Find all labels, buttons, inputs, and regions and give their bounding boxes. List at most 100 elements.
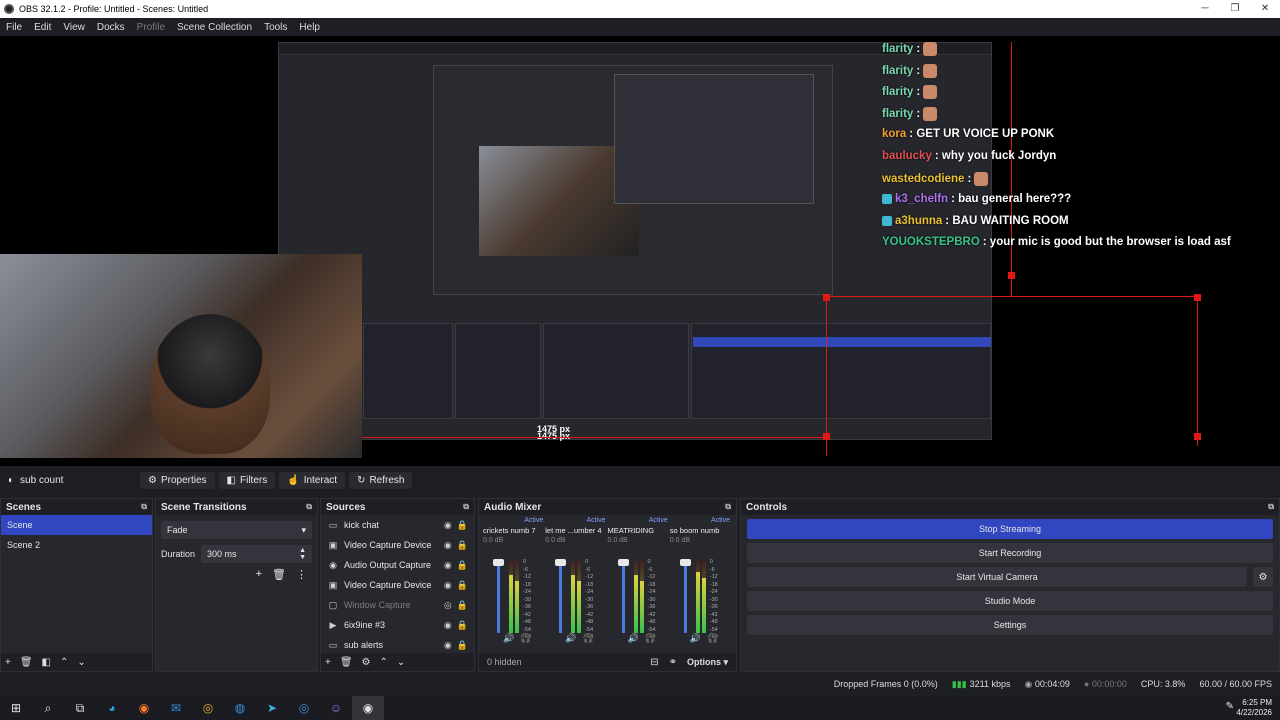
add-icon[interactable]: + bbox=[256, 568, 262, 581]
chrome-profile-icon[interactable]: ◎ bbox=[288, 696, 320, 720]
stop-streaming-button[interactable]: Stop Streaming bbox=[747, 519, 1273, 539]
outlook-icon[interactable]: ✉ bbox=[160, 696, 192, 720]
undock-icon[interactable]: ⧉ bbox=[725, 502, 731, 512]
volume-fader[interactable] bbox=[497, 561, 500, 633]
volume-fader[interactable] bbox=[559, 561, 563, 633]
resize-handle[interactable] bbox=[1008, 272, 1015, 279]
chrome-icon[interactable]: ◎ bbox=[192, 696, 224, 720]
close-button[interactable]: ✕ bbox=[1250, 0, 1280, 18]
move-up-icon[interactable]: ⌃ bbox=[60, 657, 68, 668]
headphones-icon[interactable]: 🎧 bbox=[582, 633, 593, 644]
source-item[interactable]: ▭ sub alerts ◉ 🔒 bbox=[321, 635, 474, 655]
preview-canvas[interactable]: 1475 px 1475 px flarity: flarity: flarit… bbox=[0, 36, 1280, 466]
resize-handle[interactable] bbox=[823, 294, 830, 301]
filter-icon[interactable]: ◧ bbox=[42, 657, 51, 668]
lock-icon[interactable]: 🔒 bbox=[457, 600, 468, 611]
browser-icon[interactable]: ◍ bbox=[224, 696, 256, 720]
eye-icon[interactable]: ◉ bbox=[444, 620, 452, 631]
audio-source-name[interactable]: crickets numb 7 bbox=[483, 526, 545, 535]
more-icon[interactable]: ⋮ bbox=[296, 568, 307, 581]
layout-icon[interactable]: ⊟ bbox=[650, 657, 658, 668]
speaker-icon[interactable]: 🔊 bbox=[565, 633, 576, 644]
lock-icon[interactable]: 🔒 bbox=[457, 520, 468, 531]
volume-fader[interactable] bbox=[683, 561, 687, 633]
link-icon[interactable]: ⚭ bbox=[669, 657, 677, 668]
duration-spinbox[interactable]: 300 ms ▲ ▼ bbox=[201, 545, 312, 563]
move-down-icon[interactable]: ⌄ bbox=[397, 657, 405, 668]
lock-icon[interactable]: 🔒 bbox=[457, 540, 468, 551]
source-item[interactable]: ▣ Video Capture Device ◉ 🔒 bbox=[321, 575, 474, 595]
filters-button[interactable]: ◧ Filters bbox=[218, 471, 276, 489]
undock-icon[interactable]: ⧉ bbox=[463, 502, 469, 512]
firefox-icon[interactable]: ◉ bbox=[128, 696, 160, 720]
menu-view[interactable]: View bbox=[57, 22, 91, 33]
undock-icon[interactable]: ⧉ bbox=[306, 502, 312, 512]
eye-icon[interactable]: ◉ bbox=[444, 560, 452, 571]
source-item[interactable]: ▶ 6ix9ine #3 ◉ 🔒 bbox=[321, 615, 474, 635]
obs-taskbar-icon[interactable]: ◉ bbox=[352, 696, 384, 720]
fader-knob[interactable] bbox=[555, 559, 567, 566]
headphones-icon[interactable]: 🎧 bbox=[707, 633, 718, 644]
telegram-icon[interactable]: ➤ bbox=[256, 696, 288, 720]
eye-icon[interactable]: ◉ bbox=[444, 640, 452, 651]
menu-edit[interactable]: Edit bbox=[28, 22, 57, 33]
studio-mode-button[interactable]: Studio Mode bbox=[747, 591, 1273, 611]
speaker-icon[interactable]: 🔊 bbox=[690, 633, 701, 644]
properties-button[interactable]: ⚙ Properties bbox=[140, 471, 215, 489]
pen-icon[interactable]: ✎ bbox=[1226, 701, 1234, 712]
transition-select[interactable]: Fade ▾ bbox=[161, 521, 312, 539]
fader-knob[interactable] bbox=[679, 559, 691, 566]
audio-source-name[interactable]: MEATRIDING bbox=[608, 526, 670, 535]
menu-tools[interactable]: Tools bbox=[258, 22, 293, 33]
refresh-button[interactable]: ↻ Refresh bbox=[349, 471, 413, 489]
headphones-icon[interactable]: 🎧 bbox=[520, 633, 531, 644]
source-item[interactable]: ▣ Video Capture Device ◉ 🔒 bbox=[321, 535, 474, 555]
fader-knob[interactable] bbox=[617, 559, 629, 566]
eye-icon[interactable]: ◉ bbox=[444, 520, 452, 531]
menu-help[interactable]: Help bbox=[293, 22, 326, 33]
scene-item[interactable]: Scene 2 bbox=[1, 535, 152, 555]
resize-handle[interactable] bbox=[823, 433, 830, 440]
speaker-icon[interactable]: 🔊 bbox=[628, 633, 639, 644]
fader-knob[interactable] bbox=[493, 559, 504, 566]
headphones-icon[interactable]: 🎧 bbox=[645, 633, 656, 644]
move-up-icon[interactable]: ⌃ bbox=[380, 657, 388, 668]
menu-file[interactable]: File bbox=[0, 22, 28, 33]
start-icon[interactable]: ⊞ bbox=[0, 696, 32, 720]
taskbar-clock[interactable]: 6:25 PM 4/22/2026 bbox=[1236, 698, 1272, 718]
menu-profile[interactable]: Profile bbox=[131, 22, 171, 33]
interact-button[interactable]: ☝ Interact bbox=[279, 471, 346, 489]
audio-source-name[interactable]: let me ...umber 4 bbox=[545, 526, 607, 535]
search-icon[interactable]: ⌕ bbox=[32, 696, 64, 720]
undock-icon[interactable]: ⧉ bbox=[141, 502, 147, 512]
lock-icon[interactable]: 🔒 bbox=[457, 640, 468, 651]
trash-icon[interactable]: 🗑 bbox=[20, 657, 33, 668]
speaker-icon[interactable]: 🔊 bbox=[503, 633, 514, 644]
resize-handle[interactable] bbox=[1194, 294, 1201, 301]
audio-source-name[interactable]: so boom numb bbox=[670, 526, 732, 535]
start-recording-button[interactable]: Start Recording bbox=[747, 543, 1273, 563]
menu-scene-collection[interactable]: Scene Collection bbox=[171, 22, 258, 33]
discord-icon[interactable]: ☺ bbox=[320, 696, 352, 720]
volume-fader[interactable] bbox=[621, 561, 625, 633]
lock-icon[interactable]: 🔒 bbox=[457, 580, 468, 591]
trash-icon[interactable]: 🗑 bbox=[340, 657, 353, 668]
add-icon[interactable]: + bbox=[5, 657, 11, 668]
task-view-icon[interactable]: ⧉ bbox=[64, 696, 96, 720]
trash-icon[interactable]: 🗑 bbox=[272, 568, 286, 581]
eye-icon[interactable]: ◉ bbox=[444, 580, 452, 591]
settings-button[interactable]: Settings bbox=[747, 615, 1273, 635]
eye-icon[interactable]: ◉ bbox=[444, 540, 452, 551]
scene-item[interactable]: Scene bbox=[1, 515, 152, 535]
source-item[interactable]: ◉ Audio Output Capture ◉ 🔒 bbox=[321, 555, 474, 575]
source-item[interactable]: ▢ Window Capture ◎ 🔒 bbox=[321, 595, 474, 615]
add-icon[interactable]: + bbox=[325, 657, 331, 668]
lock-icon[interactable]: 🔒 bbox=[457, 560, 468, 571]
lock-icon[interactable]: 🔒 bbox=[457, 620, 468, 631]
resize-handle[interactable] bbox=[1194, 433, 1201, 440]
gear-icon[interactable]: ⚙ bbox=[362, 657, 371, 668]
spin-arrows-icon[interactable]: ▲ ▼ bbox=[299, 547, 306, 561]
edge-icon[interactable]: ◕ bbox=[96, 696, 128, 720]
minimize-button[interactable]: ─ bbox=[1190, 0, 1220, 18]
move-down-icon[interactable]: ⌄ bbox=[77, 657, 85, 668]
